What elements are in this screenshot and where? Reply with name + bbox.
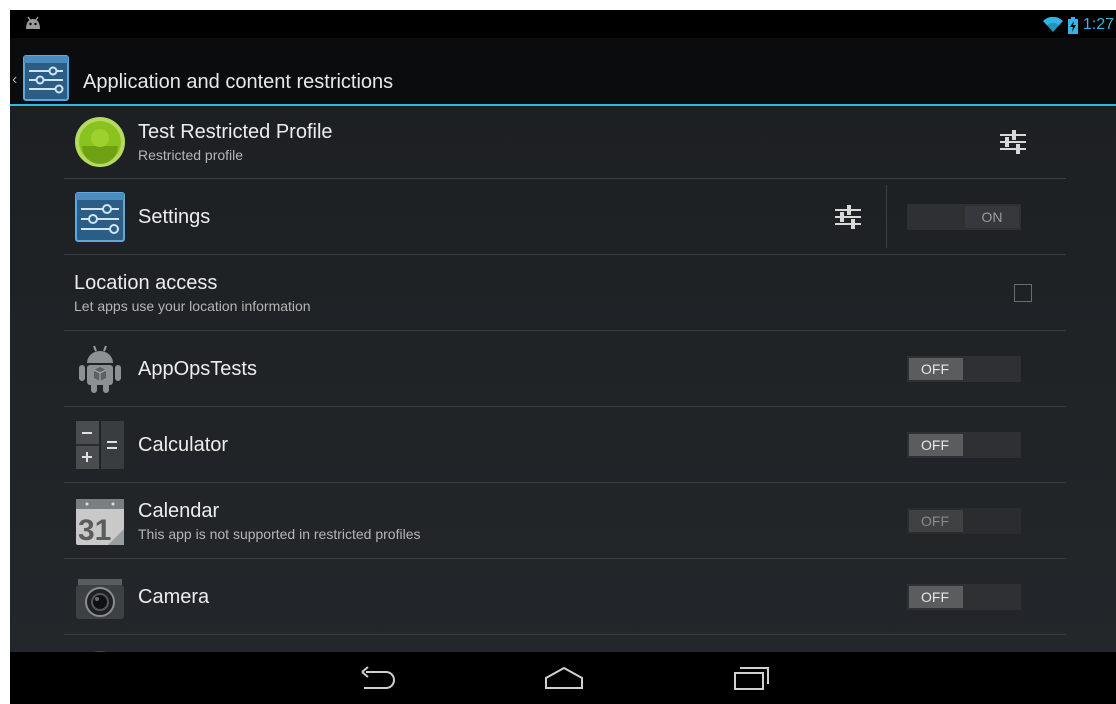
calendar-icon: 31	[76, 498, 124, 547]
app-text: Calendar This app is not supported in re…	[138, 499, 420, 543]
calendar-day-text: 31	[78, 514, 111, 547]
app-name: Calculator	[138, 433, 229, 456]
settings-icon	[75, 191, 125, 242]
app-row-partial[interactable]	[64, 635, 1066, 652]
profile-avatar-icon	[75, 117, 125, 167]
up-caret-icon[interactable]: ‹	[12, 72, 17, 88]
toggle-label: ON	[965, 205, 1019, 228]
settings-text: Settings	[138, 205, 210, 229]
navigation-bar	[10, 652, 1116, 704]
page-title: Application and content restrictions	[83, 71, 394, 93]
app-row-appopstests[interactable]: AppOpsTests OFF	[64, 331, 1066, 407]
app-row-camera[interactable]: Camera OFF	[64, 559, 1066, 635]
toggle-label: OFF	[909, 357, 963, 380]
toggle-label: OFF	[909, 585, 963, 608]
profile-text: Test Restricted Profile Restricted profi…	[138, 120, 333, 164]
status-bar: 1:27	[10, 10, 1116, 38]
app-row-calculator[interactable]: Calculator OFF	[64, 407, 1066, 483]
app-toggle[interactable]: OFF	[907, 583, 1021, 610]
recent-apps-icon[interactable]	[732, 664, 772, 692]
app-text: AppOpsTests	[138, 357, 257, 381]
restrictions-list: Test Restricted Profile Restricted profi…	[10, 106, 1116, 652]
toggle-label: OFF	[909, 433, 963, 456]
vertical-divider	[886, 185, 887, 248]
location-access-row[interactable]: Location access Let apps use your locati…	[64, 255, 1066, 331]
profile-name: Test Restricted Profile	[138, 121, 333, 143]
settings-title: Settings	[138, 205, 211, 228]
settings-app-icon[interactable]	[23, 55, 69, 101]
app-name: Camera	[138, 585, 210, 608]
profile-row[interactable]: Test Restricted Profile Restricted profi…	[64, 106, 1066, 179]
app-name: AppOpsTests	[138, 357, 257, 380]
status-indicators: 1:27	[1042, 14, 1114, 36]
settings-toggle[interactable]: ON	[907, 203, 1021, 230]
android-notification-icon	[26, 16, 40, 29]
wifi-icon	[1042, 17, 1063, 32]
settings-tune-icon[interactable]	[833, 204, 863, 230]
settings-row[interactable]: Settings ON	[64, 179, 1066, 255]
camera-icon	[76, 578, 124, 619]
app-name: Calendar	[138, 499, 220, 522]
clock: 1:27	[1082, 16, 1114, 33]
app-toggle[interactable]: OFF	[907, 355, 1021, 382]
location-text: Location access Let apps use your locati…	[74, 271, 311, 315]
toggle-label: OFF	[909, 509, 963, 532]
action-bar: ‹ Application and content restrictions	[10, 38, 1116, 106]
device-screen: 1:27 ‹ Application and content restricti…	[10, 10, 1116, 704]
back-icon[interactable]	[356, 664, 396, 692]
battery-charging-icon	[1067, 16, 1078, 34]
app-subtitle: This app is not supported in restricted …	[138, 525, 421, 542]
location-title: Location access	[74, 271, 218, 294]
android-robot-icon	[79, 345, 121, 393]
app-toggle-disabled: OFF	[907, 507, 1021, 534]
app-text: Calculator	[138, 433, 228, 457]
location-subtitle: Let apps use your location information	[74, 297, 311, 314]
app-text: Camera	[138, 585, 209, 609]
app-toggle[interactable]: OFF	[907, 431, 1021, 458]
calculator-icon	[76, 420, 124, 469]
app-row-calendar[interactable]: 31 Calendar This app is not supported in…	[64, 483, 1066, 559]
location-checkbox[interactable]	[1014, 283, 1032, 302]
home-icon[interactable]	[544, 664, 584, 692]
tune-settings-icon[interactable]	[998, 129, 1028, 155]
profile-subtitle: Restricted profile	[138, 147, 244, 163]
